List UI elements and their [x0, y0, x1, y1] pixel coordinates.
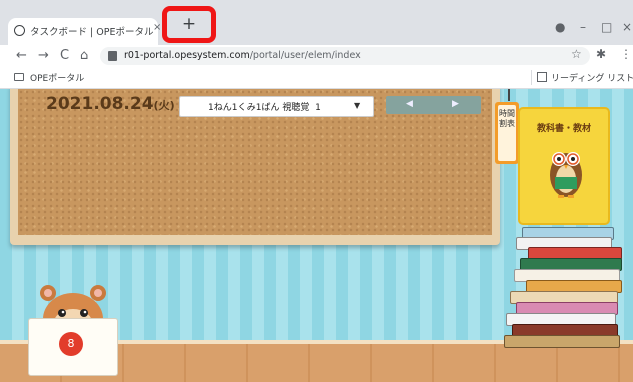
new-tab-button[interactable]: + [167, 11, 211, 38]
forward-button[interactable]: → [38, 47, 49, 65]
site-info-icon[interactable] [108, 51, 117, 61]
home-button[interactable]: ⌂ [80, 47, 88, 65]
tab-title: タスクボード | OPEポータル [30, 27, 154, 38]
timetable-tag[interactable]: 時間割表 [495, 102, 519, 164]
maximize-button[interactable]: □ [601, 20, 612, 34]
menu-icon[interactable]: ⋮ [620, 47, 632, 61]
next-arrow-icon[interactable]: ▶ [452, 99, 459, 109]
tab-close-icon[interactable]: × [153, 22, 161, 33]
extensions-puzzle-icon[interactable]: ✱ [596, 47, 606, 61]
bookmark-ope-portal[interactable]: OPEポータル [30, 71, 84, 84]
unread-count-badge: 8 [59, 332, 83, 356]
address-bar[interactable]: r01-portal.opesystem.com/portal/user/ele… [100, 47, 590, 65]
tab-taskboard[interactable]: タスクボード | OPEポータル [8, 18, 158, 45]
bookmark-star-icon[interactable]: ☆ [571, 47, 582, 61]
new-tab-highlight: + [162, 6, 216, 43]
url-text: r01-portal.opesystem.com/portal/user/ele… [124, 50, 361, 61]
tab-strip: タスクボード | OPEポータル × + ● – □ × [0, 0, 633, 45]
reading-list-icon[interactable] [537, 72, 547, 82]
prev-arrow-icon[interactable]: ◀ [406, 99, 413, 109]
divider [531, 70, 532, 85]
owl-icon [550, 152, 582, 198]
stacked-book [504, 335, 620, 348]
toolbar: ← → C ⌂ r01-portal.opesystem.com/portal/… [0, 45, 633, 67]
close-window-button[interactable]: × [622, 20, 632, 34]
globe-icon [14, 25, 25, 36]
textbook-button[interactable]: 教科書・教材 [518, 107, 610, 225]
class-select[interactable]: 1ねん1くみ1ばん 視聴覚 1 ▼ [179, 96, 374, 117]
reload-button[interactable]: C [60, 47, 69, 65]
class-select-value: 1ねん1くみ1ばん 視聴覚 1 [208, 103, 321, 113]
week-navigation: ◀ ▶ [386, 96, 481, 114]
message-envelope[interactable]: 8 [28, 318, 118, 376]
bookmark-page-icon [14, 73, 24, 81]
date-display: 2021.08.24(火) [46, 94, 175, 114]
minimize-button[interactable]: – [580, 20, 586, 34]
timetable-tag-inner: 時間割表 [498, 105, 516, 161]
task-board-page: 2021.08.24(火) 1ねん1くみ1ばん 視聴覚 1 ▼ ◀ ▶ 時間割表… [0, 89, 633, 382]
reading-list-button[interactable]: リーディング リスト [551, 71, 633, 84]
account-icon[interactable]: ● [555, 20, 565, 34]
textbook-label: 教科書・教材 [536, 124, 591, 134]
back-button[interactable]: ← [16, 47, 27, 65]
tag-string [508, 89, 510, 101]
timetable-tag-label: 時間割表 [499, 109, 515, 128]
bookmarks-bar: OPEポータル リーディング リスト [0, 67, 633, 89]
dropdown-arrow-icon: ▼ [354, 101, 361, 110]
